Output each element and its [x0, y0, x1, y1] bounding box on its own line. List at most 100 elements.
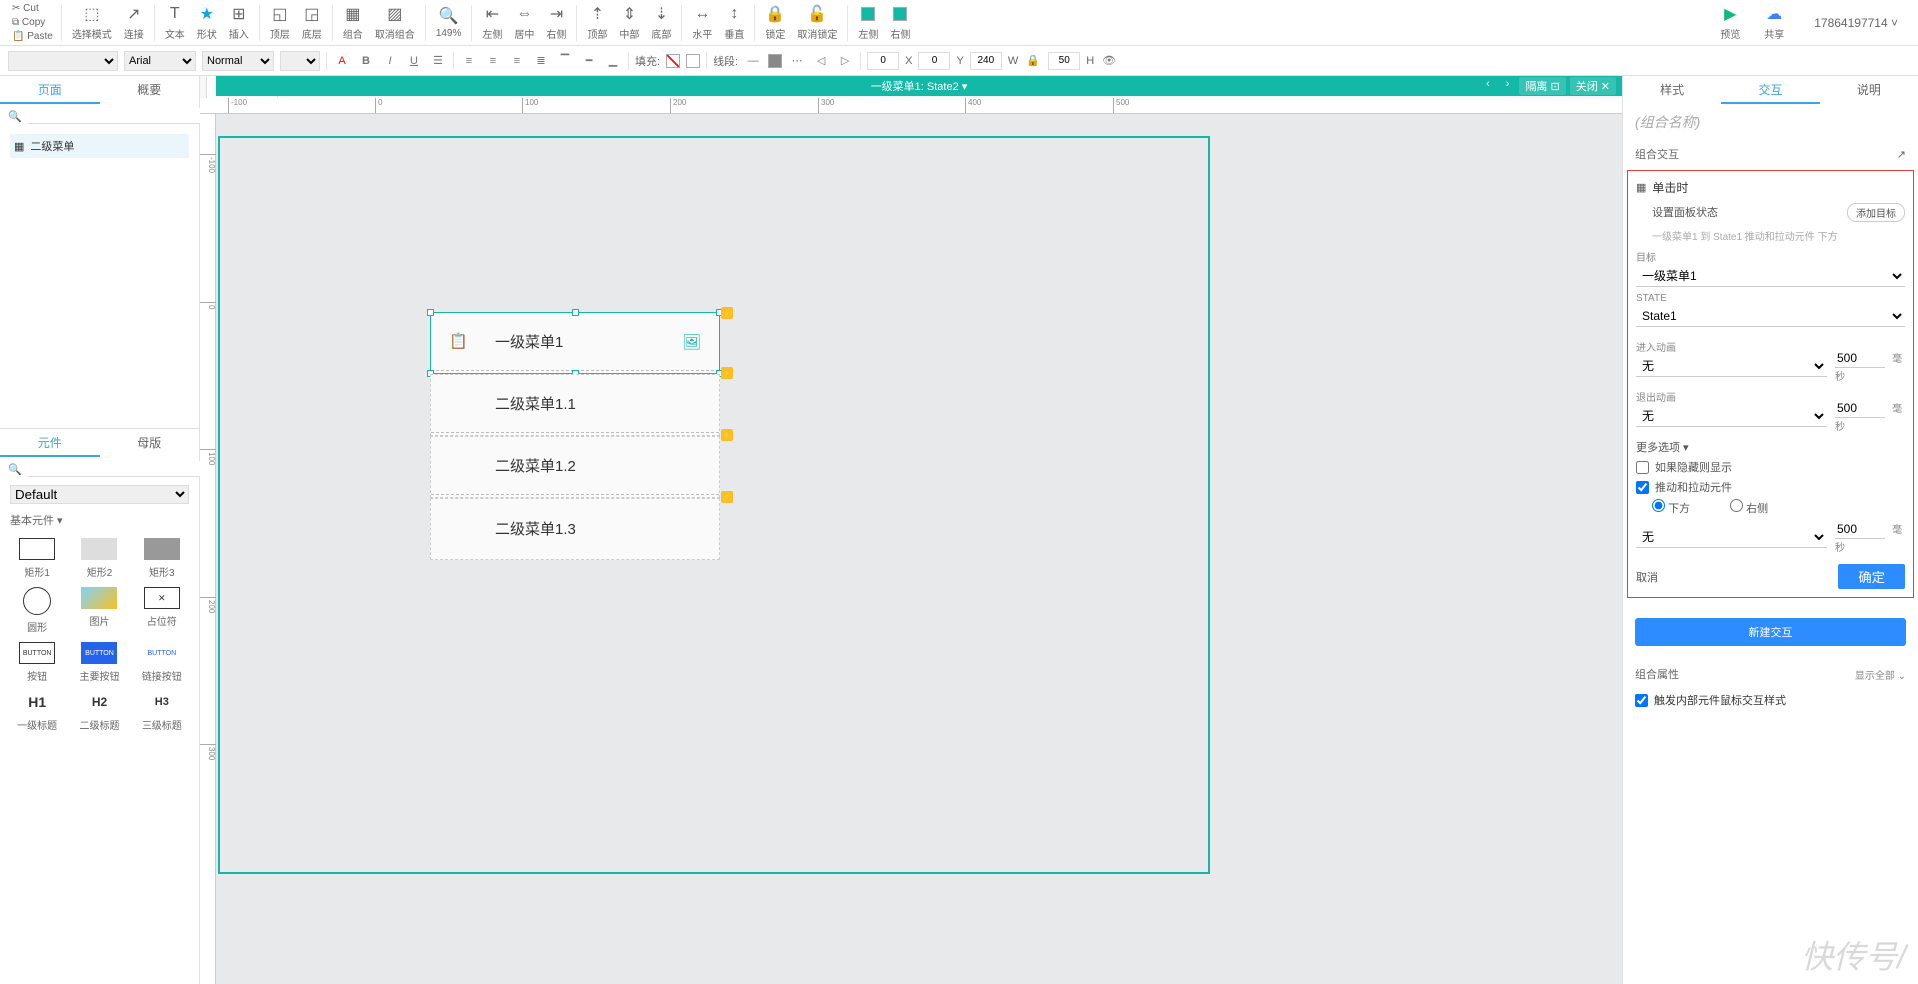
widget-rect3[interactable]: 矩形3 [135, 538, 189, 579]
widget-placeholder[interactable]: ✕占位符 [135, 587, 189, 634]
font-color-button[interactable]: A [333, 52, 351, 70]
widget-link-button[interactable]: BUTTON链接按钮 [135, 642, 189, 683]
group-button[interactable]: ▦组合 [337, 2, 369, 43]
section-basic-label[interactable]: 基本元件 ▾ [0, 508, 199, 532]
stroke-color-swatch[interactable] [768, 54, 782, 68]
x-input[interactable] [867, 52, 899, 70]
isolate-button[interactable]: 隔离 ⊡ [1519, 77, 1565, 95]
tab-notes[interactable]: 说明 [1820, 76, 1918, 104]
widget-menu2-2[interactable]: 二级菜单1.2 ⚡ [430, 436, 720, 498]
stroke-width-button[interactable]: — [744, 52, 762, 70]
widget-menu2-1[interactable]: 二级菜单1.1 ⚡ [430, 374, 720, 436]
anim-in-select[interactable]: 无 [1636, 356, 1827, 377]
align-top-button[interactable]: ⇡顶部 [581, 2, 613, 43]
widget-name-input[interactable]: (组合名称) [1623, 104, 1918, 140]
new-interaction-button[interactable]: 新建交互 [1635, 618, 1906, 646]
fill-none-swatch[interactable] [666, 54, 680, 68]
ungroup-button[interactable]: ▨取消组合 [369, 2, 421, 43]
tab-style[interactable]: 样式 [1623, 76, 1721, 104]
paste-button[interactable]: 📋 Paste [8, 30, 57, 43]
bring-front-button[interactable]: ◱顶层 [264, 2, 296, 43]
state-select[interactable]: State1 [1636, 306, 1905, 327]
push-duration-input[interactable] [1835, 520, 1885, 539]
widget-image[interactable]: 图片 [72, 587, 126, 634]
visibility-icon[interactable]: 👁 [1100, 52, 1118, 70]
widget-h3[interactable]: H3三级标题 [135, 691, 189, 732]
connect-button[interactable]: ↗连接 [118, 2, 150, 43]
page-item[interactable]: ▦ 二级菜单 [10, 134, 189, 158]
widget-ellipse[interactable]: 圆形 [10, 587, 64, 634]
guide-right-button[interactable]: 右侧 [884, 2, 916, 43]
text-align-center[interactable]: ≡ [484, 52, 502, 70]
underline-button[interactable]: U [405, 52, 423, 70]
unlock-button[interactable]: 🔓取消锁定 [791, 2, 843, 43]
lock-aspect-icon[interactable]: 🔒 [1024, 52, 1042, 70]
show-all-props[interactable]: 显示全部 ⌄ [1855, 667, 1906, 682]
dist-v-button[interactable]: ↕垂直 [718, 2, 750, 43]
text-align-left[interactable]: ≡ [460, 52, 478, 70]
align-center-button[interactable]: ⇔居中 [508, 2, 540, 43]
push-below-radio[interactable]: 下方 [1652, 499, 1690, 516]
italic-button[interactable]: I [381, 52, 399, 70]
event-onclick[interactable]: 单击时 [1652, 179, 1688, 196]
widget-rect1[interactable]: 矩形1 [10, 538, 64, 579]
copy-button[interactable]: ⧉ Copy [8, 16, 57, 29]
bold-button[interactable]: B [357, 52, 375, 70]
widget-primary-button[interactable]: BUTTON主要按钮 [72, 642, 126, 683]
more-options-toggle[interactable]: 更多选项 ▾ [1636, 439, 1689, 455]
fill-color-swatch[interactable] [686, 54, 700, 68]
widget-h2[interactable]: H2二级标题 [72, 691, 126, 732]
dist-h-button[interactable]: ↔水平 [686, 2, 718, 43]
arrow-start-button[interactable]: ◁ [812, 52, 830, 70]
drag-handle-icon[interactable]: ▦ [1636, 181, 1646, 194]
anim-out-select[interactable]: 无 [1636, 406, 1827, 427]
show-if-hidden-checkbox[interactable] [1636, 461, 1649, 474]
style-preset-select[interactable] [8, 51, 118, 71]
widget-menu2-3[interactable]: 二级菜单1.3 [430, 498, 720, 560]
text-align-right[interactable]: ≡ [508, 52, 526, 70]
close-state-button[interactable]: 关闭 ✕ [1570, 77, 1616, 95]
font-size-select[interactable] [280, 51, 320, 71]
select-mode-button[interactable]: ⬚选择模式 [66, 2, 118, 43]
tab-widgets[interactable]: 元件 [0, 429, 100, 457]
widget-search-input[interactable] [28, 461, 205, 477]
tab-pages[interactable]: 页面 [0, 76, 100, 104]
shape-button[interactable]: ★形状 [191, 2, 223, 43]
push-pull-checkbox[interactable] [1636, 481, 1649, 494]
cut-button[interactable]: ✂ Cut [8, 2, 57, 15]
selected-widget-menu1[interactable]: 📋 一级菜单1 🖼 ⚡ ⚡ [430, 312, 720, 374]
valign-mid[interactable]: ━ [580, 52, 598, 70]
y-input[interactable] [918, 52, 950, 70]
valign-top[interactable]: ▔ [556, 52, 574, 70]
account-dropdown[interactable]: 17864197714 ˅ [1802, 16, 1910, 30]
bullets-button[interactable]: ☰ [429, 52, 447, 70]
valign-bot[interactable]: ▁ [604, 52, 622, 70]
anim-in-duration-input[interactable] [1835, 349, 1885, 368]
font-style-select[interactable]: Normal [202, 51, 274, 71]
align-bottom-button[interactable]: ⇣底部 [645, 2, 677, 43]
tab-masters[interactable]: 母版 [100, 429, 200, 457]
w-input[interactable] [970, 52, 1002, 70]
tab-interactions[interactable]: 交互 [1721, 76, 1819, 104]
push-anim-select[interactable]: 无 [1636, 527, 1827, 548]
font-family-select[interactable]: Arial [124, 51, 196, 71]
widget-rect2[interactable]: 矩形2 [72, 538, 126, 579]
action-set-panel-state[interactable]: 设置面板状态 [1636, 204, 1718, 220]
state-prev-icon[interactable]: ‹ [1480, 77, 1496, 95]
align-middle-button[interactable]: ⇕中部 [613, 2, 645, 43]
widget-button[interactable]: BUTTON按钮 [10, 642, 64, 683]
push-right-radio[interactable]: 右侧 [1730, 499, 1768, 516]
anim-out-duration-input[interactable] [1835, 399, 1885, 418]
page-search-input[interactable] [28, 108, 205, 124]
text-button[interactable]: T文本 [159, 2, 191, 43]
preview-button[interactable]: ▶预览 [1714, 2, 1746, 43]
tab-outline[interactable]: 概要 [100, 76, 200, 104]
lock-button[interactable]: 🔒锁定 [759, 2, 791, 43]
open-ix-icon[interactable]: ↗ [1897, 148, 1906, 161]
confirm-button[interactable]: 确定 [1838, 564, 1905, 589]
align-left-button[interactable]: ⇤左侧 [476, 2, 508, 43]
zoom-dropdown[interactable]: 🔍149% [430, 4, 468, 41]
library-select[interactable]: Default [10, 485, 189, 504]
stroke-style-button[interactable]: ⋯ [788, 52, 806, 70]
add-target-button[interactable]: 添加目标 [1847, 203, 1905, 222]
